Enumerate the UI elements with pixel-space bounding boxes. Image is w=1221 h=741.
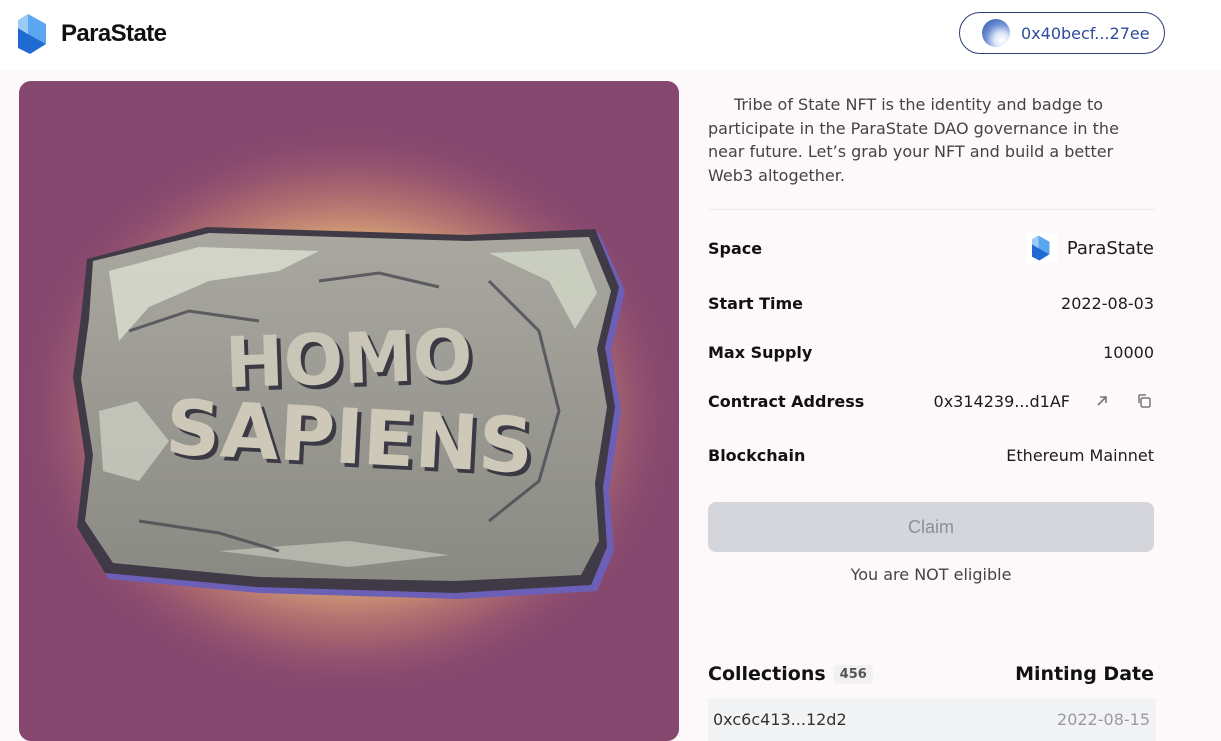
max-supply-label: Max Supply [708, 342, 813, 362]
contract-label: Contract Address [708, 391, 865, 411]
minting-date-title: Minting Date [1015, 663, 1154, 685]
parastate-logo-icon [18, 14, 46, 54]
space-value: ParaState [1066, 237, 1154, 259]
nft-description: Tribe of State NFT is the identity and b… [708, 95, 1119, 185]
max-supply-value: 10000 [1103, 342, 1154, 362]
blockchain-label: Blockchain [708, 445, 806, 465]
collections-header: Collections 456 Minting Date [708, 660, 1154, 688]
row-contract: Contract Address 0x314239...d1AF [708, 386, 1154, 416]
top-header: ParaState 0x40becf...27ee [0, 0, 1221, 68]
space-value-group[interactable]: ParaState [1026, 233, 1154, 263]
wallet-button[interactable]: 0x40becf...27ee [959, 12, 1165, 54]
row-blockchain: Blockchain Ethereum Mainnet [708, 440, 1154, 470]
space-label: Space [708, 238, 763, 258]
arrow-up-right-icon[interactable] [1092, 391, 1112, 411]
collections-title: Collections [708, 663, 826, 685]
brand-logo[interactable]: ParaState [18, 14, 167, 54]
start-time-label: Start Time [708, 293, 803, 313]
copy-icon[interactable] [1134, 391, 1154, 411]
contract-address: 0x314239...d1AF [933, 391, 1070, 411]
claim-button[interactable]: Claim [708, 502, 1154, 552]
avatar-icon [982, 19, 1010, 47]
wallet-address: 0x40becf...27ee [1021, 23, 1150, 43]
eligibility-status: You are NOT eligible [850, 565, 1012, 584]
collections-count-badge: 456 [833, 664, 873, 684]
row-space: Space ParaState [708, 233, 1154, 263]
collections-title-group: Collections 456 [708, 663, 873, 685]
table-row[interactable]: 0xc6c413...12d2 2022-08-15 [708, 698, 1156, 741]
parastate-logo-icon [1026, 233, 1057, 263]
blockchain-value: Ethereum Mainnet [1006, 445, 1154, 465]
start-time-value: 2022-08-03 [1061, 293, 1154, 313]
collection-address: 0xc6c413...12d2 [713, 710, 847, 729]
collection-date: 2022-08-15 [1057, 710, 1150, 729]
row-max-supply: Max Supply 10000 [708, 337, 1154, 367]
brand-name: ParaState [61, 20, 167, 47]
contract-value-group: 0x314239...d1AF [934, 391, 1154, 411]
nft-artwork: HOMO HOMO SAPIENS SAPIENS [19, 81, 679, 741]
row-start-time: Start Time 2022-08-03 [708, 288, 1154, 318]
divider [708, 209, 1156, 210]
